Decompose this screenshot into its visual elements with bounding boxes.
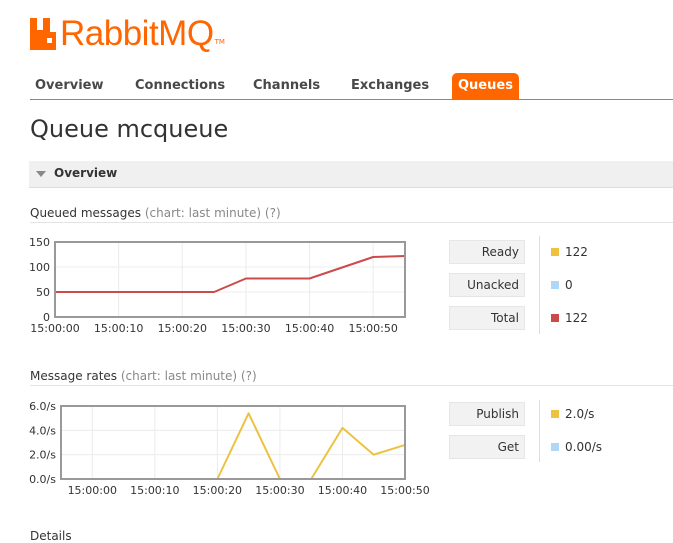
series-line-publish [61,412,406,480]
x-tick-label: 15:00:50 [380,484,429,497]
total-swatch [551,314,559,322]
details-section-label: Details [30,529,72,543]
legend-ready-value: 122 [565,245,588,259]
y-tick-label: 4.0/s [29,424,56,437]
legend-ready-label: Ready [449,240,525,264]
publish-swatch [551,410,559,418]
plot-border [54,241,406,318]
x-tick-label: 15:00:20 [193,484,242,497]
x-tick-label: 15:00:10 [94,322,143,335]
tab-channels[interactable]: Channels [253,73,320,99]
y-tick-label: 150 [29,236,50,249]
x-tick-label: 15:00:40 [285,322,334,335]
overview-section-toggle[interactable]: Overview [29,161,673,188]
legend-get-label: Get [449,435,525,459]
legend-divider [539,400,540,462]
legend-divider [539,236,540,334]
series-line-total [55,255,406,293]
y-tick-label: 2.0/s [29,449,56,462]
y-tick-label: 100 [29,261,50,274]
x-tick-label: 15:00:00 [30,322,79,335]
tab-overview[interactable]: Overview [35,73,104,99]
legend-total-label: Total [449,306,525,330]
message-rates-hint[interactable]: (chart: last minute) (?) [121,369,257,383]
ready-swatch [551,248,559,256]
rabbit-logo-icon [30,18,56,50]
queued-messages-hint[interactable]: (chart: last minute) (?) [145,206,281,220]
y-tick-label: 50 [36,286,50,299]
legend-publish-label: Publish [449,402,525,426]
divider [30,385,673,386]
logo-text: RabbitMQ [60,14,214,53]
page-title: Queue mcqueue [30,115,229,143]
x-tick-label: 15:00:30 [221,322,270,335]
queued-messages-title: Queued messages (chart: last minute) (?) [30,206,281,220]
legend-get-value: 0.00/s [565,440,603,454]
x-tick-label: 15:00:00 [68,484,117,497]
message-rates-label: Message rates [30,369,118,383]
x-tick-label: 15:00:50 [348,322,397,335]
y-tick-label: 6.0/s [29,400,56,413]
tab-queues[interactable]: Queues [452,73,519,99]
queued-messages-label: Queued messages [30,206,142,220]
get-swatch [551,443,559,451]
x-tick-label: 15:00:20 [158,322,207,335]
tab-exchanges[interactable]: Exchanges [351,73,429,99]
plot-border [60,405,406,480]
legend-unacked-value: 0 [565,278,573,292]
legend-total-value: 122 [565,311,588,325]
tab-connections[interactable]: Connections [135,73,225,99]
overview-section-label: Overview [54,166,118,180]
message-rates-title: Message rates (chart: last minute) (?) [30,369,257,383]
unacked-swatch [551,281,559,289]
logo-tm: TM [214,38,225,46]
legend-publish-value: 2.0/s [565,407,595,421]
x-tick-label: 15:00:30 [255,484,304,497]
divider [30,222,673,223]
collapse-triangle-icon [36,171,46,177]
x-tick-label: 15:00:40 [318,484,367,497]
legend-unacked-label: Unacked [449,273,525,297]
queued-messages-chart: 05010015015:00:00 15:00:10 15:00:20 15:00:3… [29,236,406,335]
main-nav: Overview Connections Channels Exchanges … [30,73,673,100]
message-rates-chart: 0.0/s 2.0/s 4.0/s 6.0/s 15:00:00 15:00:10 15:0… [29,400,430,497]
x-tick-label: 15:00:10 [130,484,179,497]
rabbitmq-logo: RabbitMQ TM [30,14,225,54]
y-tick-label: 0.0/s [29,473,56,486]
